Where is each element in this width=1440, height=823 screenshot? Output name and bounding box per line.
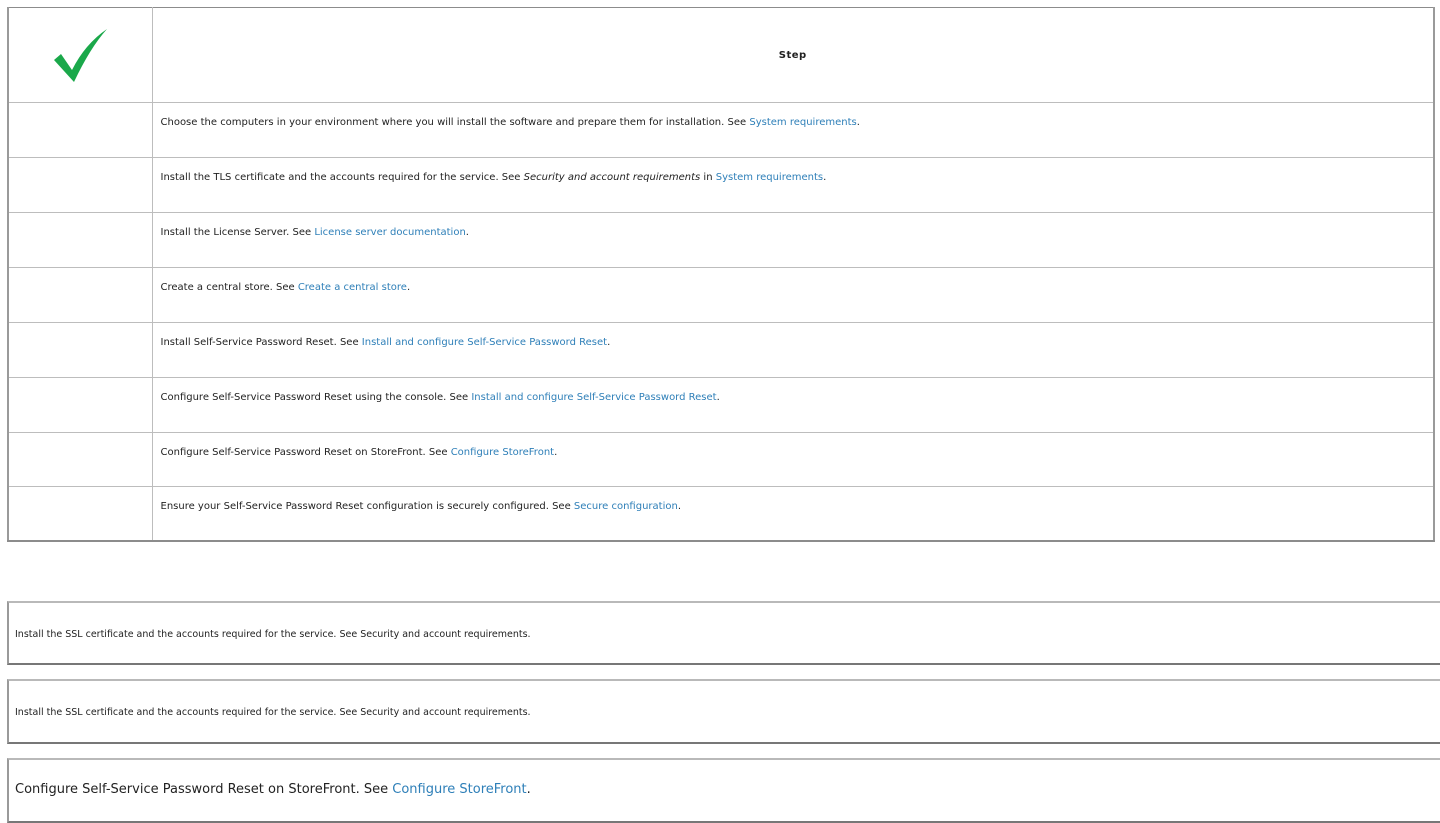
note-box: Install the SSL certificate and the acco… xyxy=(7,679,1440,744)
note-text: Install the SSL certificate and the acco… xyxy=(15,629,531,640)
system-requirements-link[interactable]: System requirements xyxy=(716,172,823,183)
table-row: Install Self-Service Password Reset. See… xyxy=(7,322,1435,378)
license-server-documentation-link[interactable]: License server documentation xyxy=(314,227,465,238)
step-cell: Create a central store. See Create a cen… xyxy=(151,267,1435,323)
note-box: Configure Self-Service Password Reset on… xyxy=(7,758,1440,823)
check-cell xyxy=(7,102,153,158)
step-cell: Configure Self-Service Password Reset us… xyxy=(151,377,1435,433)
step-cell: Choose the computers in your environment… xyxy=(151,102,1435,158)
table-row: Choose the computers in your environment… xyxy=(7,102,1435,158)
check-cell xyxy=(7,267,153,323)
secure-configuration-link[interactable]: Secure configuration xyxy=(574,501,678,512)
install-configure-sspr-link[interactable]: Install and configure Self-Service Passw… xyxy=(362,337,607,348)
install-configure-sspr-link[interactable]: Install and configure Self-Service Passw… xyxy=(471,392,716,403)
step-cell: Install Self-Service Password Reset. See… xyxy=(151,322,1435,378)
check-column-header xyxy=(7,7,153,103)
table-row: Install the License Server. See License … xyxy=(7,212,1435,268)
check-cell xyxy=(7,157,153,213)
configure-storefront-link[interactable]: Configure StoreFront xyxy=(392,782,526,797)
step-cell: Ensure your Self-Service Password Reset … xyxy=(151,486,1435,542)
check-cell xyxy=(7,432,153,487)
step-column-header: Step xyxy=(151,7,1435,103)
check-cell xyxy=(7,377,153,433)
note-box: Install the SSL certificate and the acco… xyxy=(7,601,1440,665)
step-cell: Install the TLS certificate and the acco… xyxy=(151,157,1435,213)
table-row: Create a central store. See Create a cen… xyxy=(7,267,1435,323)
note-text: Install the SSL certificate and the acco… xyxy=(15,707,531,718)
table-row: Configure Self-Service Password Reset on… xyxy=(7,432,1435,487)
install-checklist-table: Step Choose the computers in your enviro… xyxy=(7,7,1435,542)
table-header-row: Step xyxy=(7,7,1435,103)
check-cell xyxy=(7,212,153,268)
checkmark-icon xyxy=(54,28,108,82)
table-row: Install the TLS certificate and the acco… xyxy=(7,157,1435,213)
table-row: Configure Self-Service Password Reset us… xyxy=(7,377,1435,433)
create-central-store-link[interactable]: Create a central store xyxy=(298,282,407,293)
system-requirements-link[interactable]: System requirements xyxy=(749,117,856,128)
table-row: Ensure your Self-Service Password Reset … xyxy=(7,486,1435,542)
check-cell xyxy=(7,486,153,542)
note-text: Configure Self-Service Password Reset on… xyxy=(15,782,531,797)
step-cell: Configure Self-Service Password Reset on… xyxy=(151,432,1435,487)
configure-storefront-link[interactable]: Configure StoreFront xyxy=(451,447,554,458)
step-cell: Install the License Server. See License … xyxy=(151,212,1435,268)
check-cell xyxy=(7,322,153,378)
